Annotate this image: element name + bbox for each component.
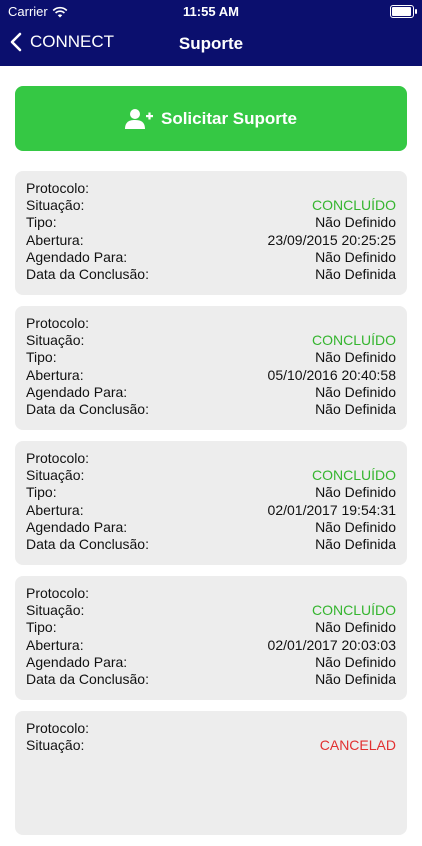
abertura-label: Abertura: xyxy=(26,636,84,653)
status-time: 11:55 AM xyxy=(183,4,239,19)
protocolo-label: Protocolo: xyxy=(26,315,90,331)
abertura-label: Abertura: xyxy=(26,231,84,248)
conclusao-value: Não Definida xyxy=(315,266,396,283)
conclusao-value: Não Definida xyxy=(315,536,396,553)
conclusao-value: Não Definida xyxy=(315,671,396,688)
add-user-icon xyxy=(124,108,153,129)
request-support-label: Solicitar Suporte xyxy=(160,108,298,128)
protocolo-label: Protocolo: xyxy=(26,720,90,736)
header: Carrier 11:55 AM CONNECT Suporte xyxy=(0,0,422,66)
abertura-label: Abertura: xyxy=(26,501,84,518)
situacao-label: Situação: xyxy=(26,332,85,349)
ticket-card[interactable]: Protocolo: Situação: CONCLUÍDO Tipo: Não D… xyxy=(15,576,407,700)
agendado-value: Não Definido xyxy=(315,653,396,670)
tipo-value: Não Definido xyxy=(315,214,396,231)
protocolo-label: Protocolo: xyxy=(26,450,90,466)
agendado-value: Não Definido xyxy=(315,248,396,265)
request-support-button[interactable]: Solicitar Suporte xyxy=(15,86,407,151)
ticket-card[interactable]: Protocolo: Situação: CONCLUÍDO Tipo: Não D… xyxy=(15,306,407,430)
agendado-value: Não Definido xyxy=(315,518,396,535)
ticket-card[interactable]: Protocolo: Situação: CONCLUÍDO Tipo: Não D… xyxy=(15,441,407,565)
situacao-label: Situação: xyxy=(26,467,85,484)
tipo-label: Tipo: xyxy=(26,619,57,636)
ticket-list: Protocolo: Situação: CONCLUÍDO Tipo: Não D… xyxy=(15,171,407,846)
abertura-value: 02/01/2017 19:54:31 xyxy=(267,501,396,518)
abertura-label: Abertura: xyxy=(26,366,84,383)
tipo-value: Não Definido xyxy=(315,349,396,366)
ticket-card[interactable]: Protocolo: Situação: CANCELAD xyxy=(15,711,407,835)
abertura-value: 23/09/2015 20:25:25 xyxy=(267,231,396,248)
ticket-card[interactable]: Protocolo: Situação: CONCLUÍDO Tipo: Não D… xyxy=(15,171,407,295)
battery-icon xyxy=(390,5,417,18)
nav-bar: CONNECT Suporte xyxy=(0,26,422,62)
situacao-label: Situação: xyxy=(26,737,85,754)
tipo-value: Não Definido xyxy=(315,484,396,501)
tipo-label: Tipo: xyxy=(26,484,57,501)
status-badge: CONCLUÍDO xyxy=(311,467,396,484)
conclusao-label: Data da Conclusão: xyxy=(26,671,149,688)
status-bar: Carrier 11:55 AM xyxy=(0,0,422,22)
conclusao-label: Data da Conclusão: xyxy=(26,266,149,283)
tipo-label: Tipo: xyxy=(26,349,57,366)
agendado-value: Não Definido xyxy=(315,383,396,400)
conclusao-label: Data da Conclusão: xyxy=(26,536,149,553)
page-title: Suporte xyxy=(178,34,244,53)
conclusao-value: Não Definida xyxy=(315,401,396,418)
status-badge: CANCELAD xyxy=(319,737,396,754)
agendado-label: Agendado Para: xyxy=(26,653,128,670)
status-badge: CONCLUÍDO xyxy=(311,332,396,349)
agendado-label: Agendado Para: xyxy=(26,383,128,400)
situacao-label: Situação: xyxy=(26,602,85,619)
status-badge: CONCLUÍDO xyxy=(311,197,396,214)
situacao-label: Situação: xyxy=(26,197,85,214)
agendado-label: Agendado Para: xyxy=(26,518,128,535)
abertura-value: 05/10/2016 20:40:58 xyxy=(267,366,396,383)
agendado-label: Agendado Para: xyxy=(26,248,128,265)
status-badge: CONCLUÍDO xyxy=(311,602,396,619)
abertura-value: 02/01/2017 20:03:03 xyxy=(267,636,396,653)
protocolo-label: Protocolo: xyxy=(26,585,90,601)
protocolo-label: Protocolo: xyxy=(26,180,90,196)
tipo-label: Tipo: xyxy=(26,214,57,231)
conclusao-label: Data da Conclusão: xyxy=(26,401,149,418)
tipo-value: Não Definido xyxy=(315,619,396,636)
